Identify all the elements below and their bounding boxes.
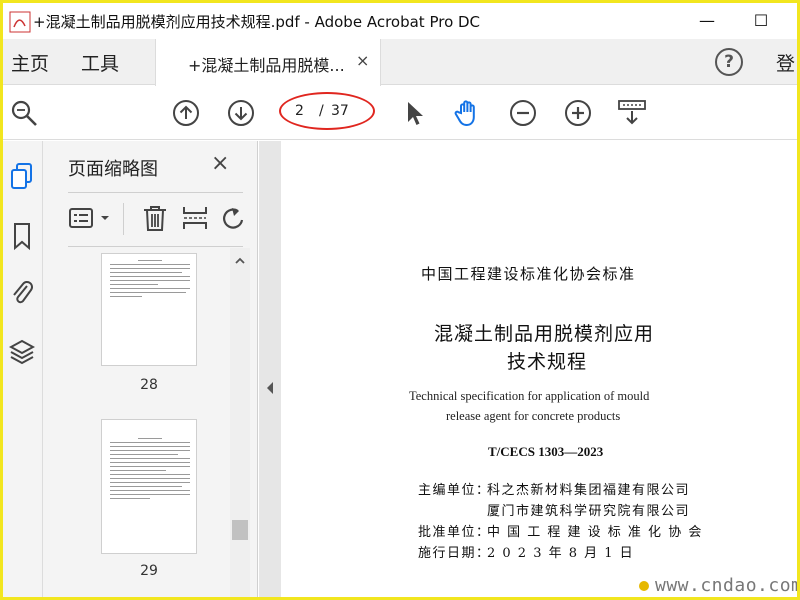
panel-collapse-handle[interactable] xyxy=(259,141,281,597)
standard-code: T/CECS 1303—2023 xyxy=(488,444,604,459)
watermark-text: www.cndao.com xyxy=(655,575,800,596)
help-button[interactable]: ? xyxy=(715,48,743,76)
select-cursor-icon[interactable] xyxy=(399,98,429,128)
screenshot-frame: +混凝土制品用脱模剂应用技术规程.pdf - Adobe Acrobat Pro… xyxy=(0,0,800,600)
english-title-line2: release agent for concrete products xyxy=(446,409,621,423)
editor-unit-1: 科之杰新材料集团福建有限公司 xyxy=(487,483,691,498)
zoom-out-icon[interactable] xyxy=(508,98,538,128)
title-bar: +混凝土制品用脱模剂应用技术规程.pdf - Adobe Acrobat Pro… xyxy=(3,3,797,39)
chevron-up-icon[interactable] xyxy=(233,254,247,268)
thumbnail-options-icon[interactable] xyxy=(68,203,98,233)
bookmarks-icon[interactable] xyxy=(9,221,35,251)
insert-page-icon[interactable] xyxy=(180,203,210,233)
chevron-down-icon[interactable] xyxy=(98,203,112,233)
document-title-line2: 技术规程 xyxy=(507,351,588,373)
english-title-line1: Technical specification for application … xyxy=(409,389,650,403)
standard-header: 中国工程建设标准化协会标准 xyxy=(421,265,636,283)
approver-unit: 中 国 工 程 建 设 标 准 化 协 会 xyxy=(487,525,703,540)
rotate-page-icon[interactable] xyxy=(218,203,248,233)
thumbnail-page-number: 28 xyxy=(140,377,158,393)
hand-tool-icon[interactable] xyxy=(453,98,483,128)
thumbnail-page-number: 29 xyxy=(140,563,158,579)
tab-tools[interactable]: 工具 xyxy=(81,49,119,76)
delete-page-icon[interactable] xyxy=(140,203,170,233)
panel-close-button[interactable]: × xyxy=(211,151,229,176)
editor-unit-2: 厦门市建筑科学研究院有限公司 xyxy=(487,504,691,519)
scrollbar-thumb[interactable] xyxy=(232,520,248,540)
document-page: 中国工程建设标准化协会标准 混凝土制品用脱模剂应用 技术规程 Technical… xyxy=(281,141,797,597)
panel-toolbar xyxy=(68,201,248,237)
page-thumbnail[interactable] xyxy=(101,419,197,554)
red-annotation-ellipse xyxy=(279,92,375,130)
tab-bar: 主页 工具 +混凝土制品用脱模... × ? 登 xyxy=(3,39,797,86)
document-tab-label: +混凝土制品用脱模... xyxy=(188,56,345,75)
tab-document[interactable]: +混凝土制品用脱模... × xyxy=(155,39,381,86)
login-button[interactable]: 登 xyxy=(776,49,795,76)
panel-divider xyxy=(68,246,243,247)
page-thumbnails-panel: 页面缩略图 × 28 29 xyxy=(43,141,258,597)
thumbnail-scrollbar[interactable] xyxy=(230,248,250,597)
document-title-line1: 混凝土制品用脱模剂应用 xyxy=(434,323,655,345)
previous-page-icon[interactable] xyxy=(171,98,201,128)
editor-label: 主编单位： xyxy=(418,483,491,498)
page-thumbnails-icon[interactable] xyxy=(9,161,35,191)
window-title: +混凝土制品用脱模剂应用技术规程.pdf - Adobe Acrobat Pro… xyxy=(33,13,481,31)
effective-date-label: 施行日期： xyxy=(418,546,491,561)
page-display-icon[interactable] xyxy=(617,98,647,128)
zoom-search-icon[interactable] xyxy=(9,98,39,128)
minimize-button[interactable]: — xyxy=(693,9,721,33)
navigation-rail xyxy=(3,141,43,597)
toolbar-separator xyxy=(123,203,124,235)
maximize-button[interactable]: ☐ xyxy=(747,9,775,33)
effective-date: 2 0 2 3 年 8 月 1 日 xyxy=(487,546,635,561)
next-page-icon[interactable] xyxy=(226,98,256,128)
layers-icon[interactable] xyxy=(9,337,35,367)
chevron-left-icon[interactable] xyxy=(265,381,275,395)
attachments-icon[interactable] xyxy=(9,277,35,307)
panel-title: 页面缩略图 xyxy=(68,159,158,180)
tab-home[interactable]: 主页 xyxy=(11,49,49,76)
watermark-logo-icon xyxy=(639,581,649,591)
close-tab-button[interactable]: × xyxy=(356,51,369,70)
page-thumbnail[interactable] xyxy=(101,253,197,366)
acrobat-logo-icon xyxy=(9,11,31,33)
toolbar: 2 / 37 xyxy=(3,86,797,140)
zoom-in-icon[interactable] xyxy=(563,98,593,128)
panel-divider xyxy=(68,192,243,193)
approver-label: 批准单位： xyxy=(418,525,491,540)
